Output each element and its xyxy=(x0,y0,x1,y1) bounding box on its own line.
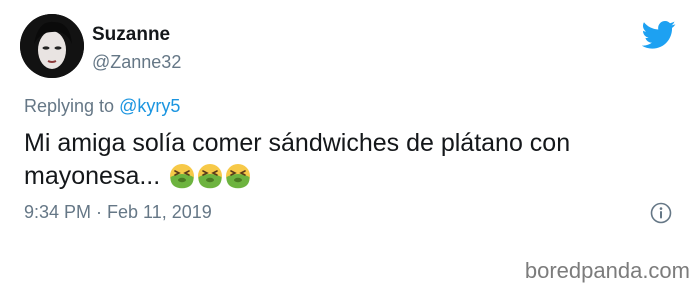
avatar[interactable] xyxy=(20,14,84,78)
tweet-text: Mi amiga solía comer sándwiches de pláta… xyxy=(24,127,664,193)
nauseated-face-icon xyxy=(197,163,223,189)
nauseated-face-icon xyxy=(169,163,195,189)
replying-to-line: Replying to @kyry5 xyxy=(24,96,180,117)
watermark: boredpanda.com xyxy=(524,258,690,283)
replying-to-prefix: Replying to xyxy=(24,96,120,116)
tweet-timestamp[interactable]: 9:34 PM · Feb 11, 2019 xyxy=(24,202,212,223)
author-name[interactable]: Suzanne xyxy=(92,24,170,46)
tweet-body: Mi amiga solía comer sándwiches de pláta… xyxy=(24,129,571,190)
nauseated-face-icon xyxy=(225,163,251,189)
twitter-bird-icon[interactable] xyxy=(641,20,676,50)
info-icon[interactable] xyxy=(650,202,672,224)
author-handle[interactable]: @Zanne32 xyxy=(92,52,181,73)
tweet-card: Suzanne @Zanne32 Replying to @kyry5 Mi a… xyxy=(0,0,700,290)
replying-to-mention[interactable]: @kyry5 xyxy=(119,96,180,116)
